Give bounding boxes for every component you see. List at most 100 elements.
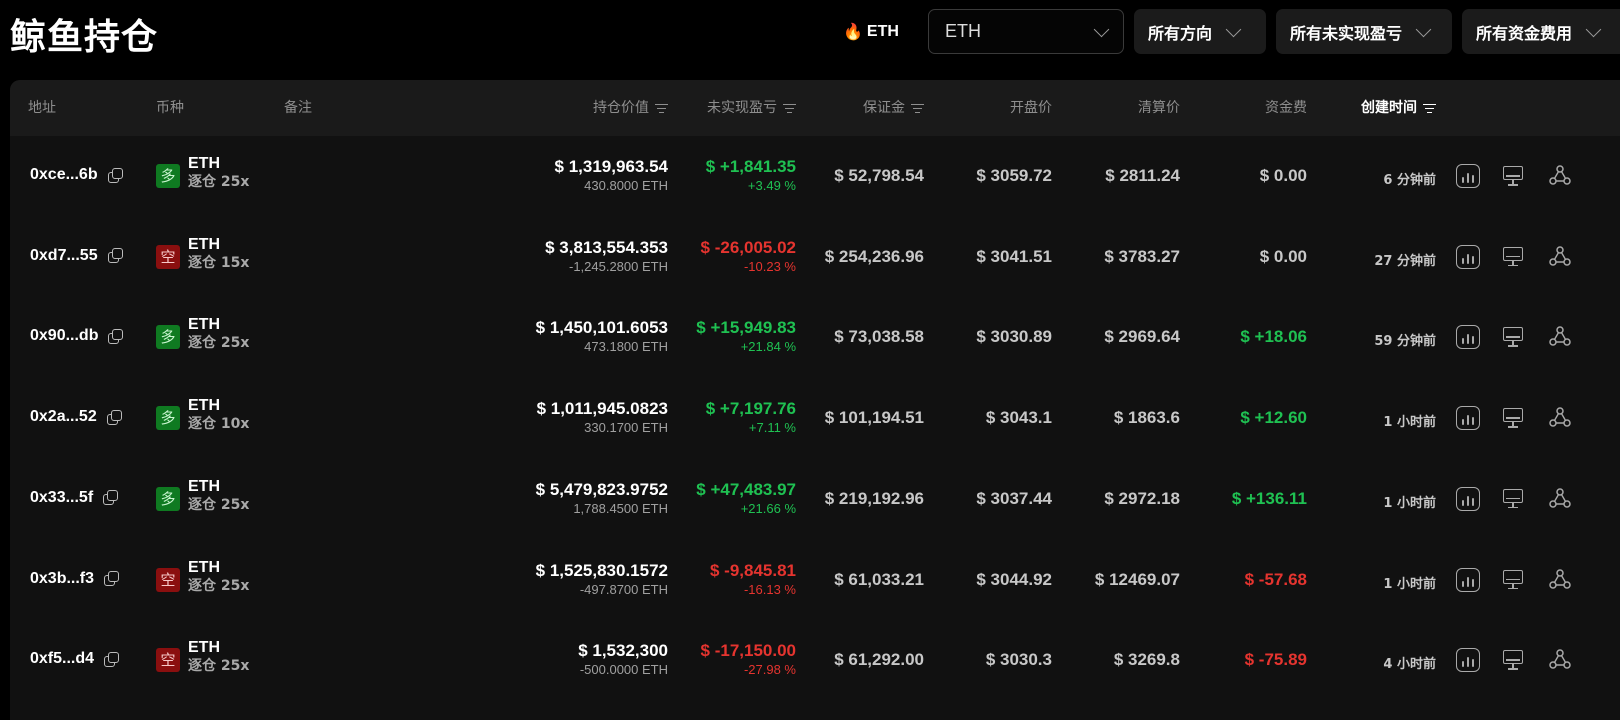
table-row[interactable]: 0xf5...d4 空 ETH 逐仓 25x $ 1,532,300 -500.… [10,620,1620,702]
address-cell[interactable]: 0xd7...55 [30,247,123,265]
liq-price: $ 3783.27 [1104,246,1180,266]
chevron-down-icon [1225,21,1242,37]
chart-icon[interactable] [1456,567,1480,592]
coin-name: ETH [188,155,220,172]
coin-cell: 空 ETH 逐仓 15x [156,235,249,272]
table-row[interactable]: 0x3b...f3 空 ETH 逐仓 25x $ 1,525,830.1572 … [10,540,1620,622]
margin-value: $ 101,194.51 [824,408,924,428]
filter-icon[interactable] [783,103,796,113]
address-cell[interactable]: 0x3b...f3 [30,570,120,588]
col-address: 地址 [28,100,56,116]
address-cell[interactable]: 0x33...5f [30,489,119,507]
col-liq-price: 清算价 [1138,100,1180,116]
pnl-value: $ -9,845.81 [709,560,796,580]
monitor-icon[interactable] [1502,245,1526,269]
table-header: 地址 币种 备注 持仓价值 未实现盈亏 保证金 开盘价 清算价 资金费 创建时间 [10,80,1620,136]
coin-name: ETH [188,316,220,334]
copy-icon[interactable] [106,409,122,425]
coin-cell: 多 ETH 逐仓 25x [156,477,249,514]
address-text[interactable]: 0xce...6b [30,166,98,184]
address-text[interactable]: 0xd7...55 [30,247,98,265]
pnl-value: $ +15,949.83 [696,318,796,338]
col-position-value[interactable]: 持仓价值 [510,80,668,136]
coin-name: ETH [188,477,220,495]
monitor-icon[interactable] [1502,325,1526,349]
chart-icon[interactable] [1456,164,1480,188]
address-text[interactable]: 0xf5...d4 [30,650,94,668]
created-time: 27 分钟前 [1374,253,1436,269]
pnl-percent: +7.11 % [748,420,796,436]
pnl-value: $ -17,150.00 [700,641,796,661]
chart-icon[interactable] [1456,325,1480,350]
address-cell[interactable]: 0xf5...d4 [30,650,120,668]
filter-icon[interactable] [911,103,924,113]
address-text[interactable]: 0x90...db [30,327,98,345]
table-row[interactable]: 0x2a...52 多 ETH 逐仓 10x $ 1,011,945.0823 … [10,378,1620,460]
copy-icon[interactable] [104,571,120,586]
table-row[interactable]: 0xd7...55 空 ETH 逐仓 15x $ 3,813,554.353 -… [10,217,1620,299]
margin-mode: 逐仓 15x [188,254,250,271]
copy-icon[interactable] [107,248,123,264]
chart-icon[interactable] [1456,244,1480,269]
liq-price: $ 3269.8 [1113,650,1180,670]
chart-icon[interactable] [1456,648,1480,673]
monitor-icon[interactable] [1502,568,1526,592]
share-icon[interactable] [1548,325,1572,349]
position-size: 330.1700 ETH [584,420,668,436]
share-icon[interactable] [1548,406,1572,430]
monitor-icon[interactable] [1502,487,1526,511]
col-position-value-label: 持仓价值 [593,100,649,116]
share-icon[interactable] [1548,487,1572,511]
side-badge: 空 [156,567,180,592]
address-text[interactable]: 0x33...5f [30,489,93,507]
pnl-value: $ +7,197.76 [705,399,796,419]
col-margin-label: 保证金 [863,100,905,116]
margin-mode: 逐仓 25x [188,658,250,675]
monitor-icon[interactable] [1502,164,1526,188]
chart-icon[interactable] [1456,406,1480,431]
margin-value: $ 61,292.00 [834,650,924,670]
coin-select[interactable]: ETH [928,9,1124,54]
copy-icon[interactable] [103,490,119,506]
table-row[interactable]: 0x33...5f 多 ETH 逐仓 25x $ 5,479,823.9752 … [10,459,1620,541]
filter-icon[interactable] [1423,103,1436,113]
share-icon[interactable] [1548,245,1572,269]
copy-icon[interactable] [104,651,120,667]
col-funding: 资金费 [1265,100,1307,116]
position-size: -497.8700 ETH [579,581,668,597]
address-text[interactable]: 0x2a...52 [30,408,97,426]
share-icon[interactable] [1548,164,1572,188]
monitor-icon[interactable] [1502,406,1526,430]
direction-filter[interactable]: 所有方向 [1134,9,1266,54]
address-cell[interactable]: 0x2a...52 [30,408,122,426]
address-text[interactable]: 0x3b...f3 [30,570,94,588]
entry-price: $ 3043.1 [985,408,1052,428]
created-time: 1 小时前 [1383,495,1436,511]
pnl-filter[interactable]: 所有未实现盈亏 [1276,9,1452,54]
margin-value: $ 73,038.58 [834,327,924,347]
address-cell[interactable]: 0x90...db [30,327,124,345]
chart-icon[interactable] [1456,486,1480,511]
flame-icon: 🔥 [843,24,863,41]
position-value: $ 1,319,963.54 [554,157,668,176]
col-created-time[interactable]: 创建时间 [1310,80,1436,136]
share-icon[interactable] [1548,648,1572,672]
copy-icon[interactable] [107,167,123,183]
share-icon[interactable] [1548,568,1572,592]
address-cell[interactable]: 0xce...6b [30,166,123,184]
funding-filter[interactable]: 所有资金费用 [1462,9,1620,54]
copy-icon[interactable] [108,328,124,344]
liq-price: $ 2972.18 [1104,488,1180,508]
coin-tag-label: ETH [866,23,899,40]
table-row[interactable]: 0x90...db 多 ETH 逐仓 25x $ 1,450,101.6053 … [10,297,1620,379]
col-unrealized-pnl[interactable]: 未实现盈亏 [660,80,796,136]
side-badge: 多 [156,164,180,188]
entry-price: $ 3041.51 [976,246,1052,266]
chevron-down-icon [1093,21,1110,37]
funding-value: $ +12.60 [1240,408,1307,428]
table-row[interactable]: 0xce...6b 多 ETH 逐仓 25x $ 1,319,963.54 43… [10,136,1620,218]
monitor-icon[interactable] [1502,648,1526,672]
margin-mode: 逐仓 25x [188,335,250,352]
position-value: $ 3,813,554.353 [545,237,668,257]
col-margin[interactable]: 保证金 [810,80,924,136]
